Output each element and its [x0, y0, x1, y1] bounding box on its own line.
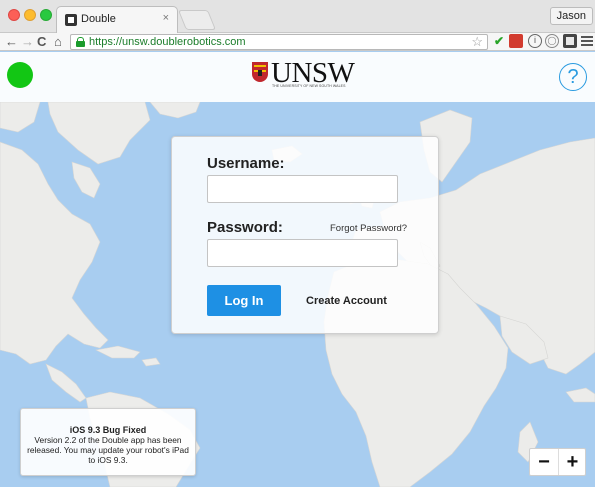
password-field[interactable] [207, 239, 398, 267]
zoom-out-button[interactable]: − [530, 449, 558, 475]
browser-toolbar: ← → C ⌂ https://unsw.doublerobotics.com … [0, 33, 595, 51]
back-arrow-icon[interactable]: ← [5, 33, 18, 50]
zoom-controls: − + [529, 448, 586, 476]
profile-button[interactable]: Jason [549, 7, 593, 25]
notice-panel: iOS 9.3 Bug Fixed Version 2.2 of the Dou… [20, 408, 196, 476]
username-label: Username: [207, 155, 285, 172]
password-label: Password: [207, 219, 283, 236]
close-window-button[interactable] [8, 9, 20, 21]
connection-status-icon [7, 62, 33, 88]
info-icon[interactable]: i [528, 34, 542, 48]
login-form: Username: Password: Forgot Password? Log… [171, 136, 439, 334]
page-header: UNSW THE UNIVERSITY OF NEW SOUTH WALES ? [0, 52, 595, 102]
browser-titlebar: Double × Jason [0, 0, 595, 33]
secure-lock-icon [76, 37, 85, 47]
login-button[interactable]: Log In [207, 285, 281, 316]
url-text[interactable]: https://unsw.doublerobotics.com [89, 36, 246, 48]
logo-subtext: THE UNIVERSITY OF NEW SOUTH WALES [272, 84, 346, 88]
forward-arrow-icon[interactable]: → [21, 33, 34, 50]
minimize-window-button[interactable] [24, 9, 36, 21]
unsw-crest-icon [252, 62, 268, 82]
username-field[interactable] [207, 175, 398, 203]
notice-body: Version 2.2 of the Double app has been r… [27, 435, 189, 465]
reload-icon[interactable]: C [37, 33, 46, 50]
create-account-link[interactable]: Create Account [306, 295, 387, 307]
browser-tab[interactable]: Double × [56, 6, 178, 33]
zoom-in-button[interactable]: + [558, 449, 586, 475]
checkmark-icon[interactable]: ✔ [492, 34, 506, 48]
menu-icon[interactable] [580, 34, 594, 48]
tab-title: Double [81, 13, 116, 25]
home-icon[interactable]: ⌂ [54, 33, 62, 50]
new-tab-button[interactable] [177, 10, 217, 30]
help-button[interactable]: ? [559, 63, 587, 91]
forgot-password-link[interactable]: Forgot Password? [330, 223, 407, 234]
maximize-window-button[interactable] [40, 9, 52, 21]
red-extension-icon[interactable] [509, 34, 523, 48]
tab-close-icon[interactable]: × [163, 12, 169, 24]
double-favicon-icon [65, 14, 77, 26]
page-content: UNSW THE UNIVERSITY OF NEW SOUTH WALES ?… [0, 52, 595, 487]
notice-title: iOS 9.3 Bug Fixed [69, 425, 147, 435]
address-bar[interactable]: https://unsw.doublerobotics.com ☆ [70, 34, 488, 50]
bookmark-star-icon[interactable]: ☆ [471, 34, 483, 50]
dark-extension-icon[interactable] [563, 34, 577, 48]
circle-extension-icon[interactable]: ◯ [545, 34, 559, 48]
